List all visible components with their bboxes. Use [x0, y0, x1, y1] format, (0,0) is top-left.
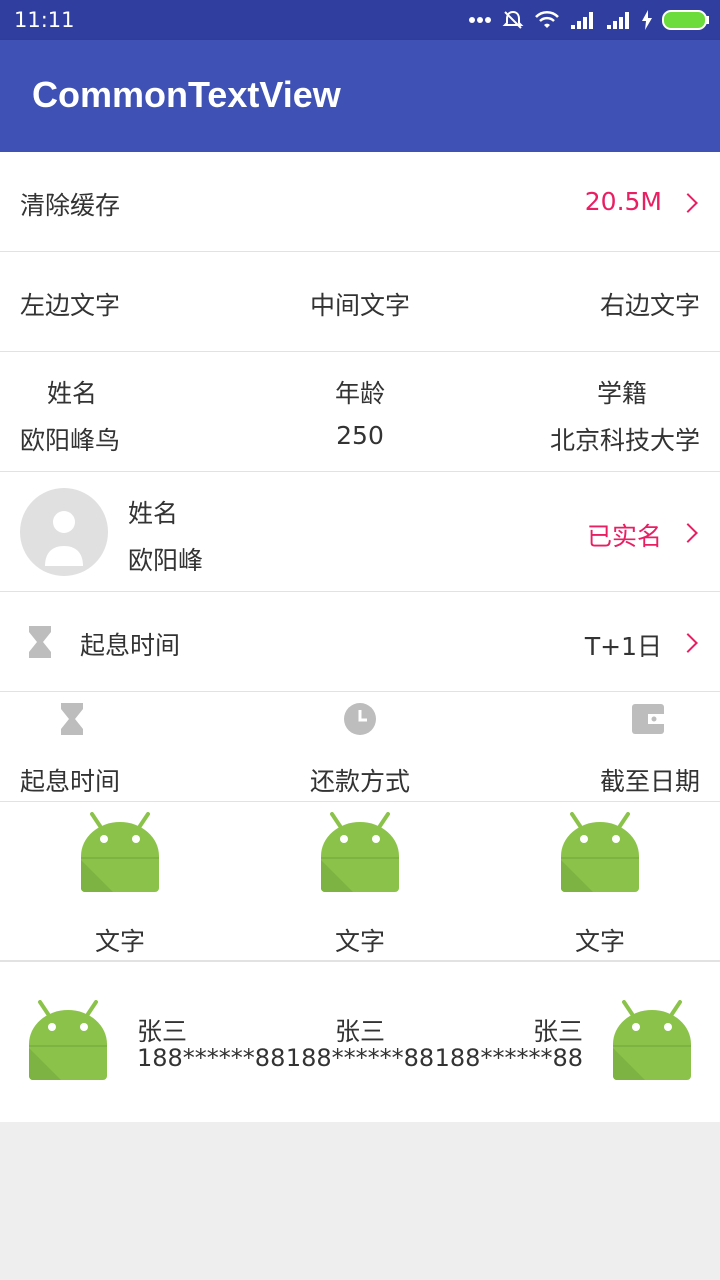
status-time: 11:11 — [14, 8, 75, 32]
mute-bell-icon — [502, 10, 524, 29]
android-icon — [613, 1000, 691, 1080]
info-row[interactable]: 姓名 年龄 学籍 欧阳峰鸟 250 北京科技大学 — [0, 352, 720, 472]
hourglass-icon — [61, 703, 83, 735]
charging-icon — [642, 10, 652, 30]
chevron-right-icon — [678, 633, 698, 653]
grid-item-1[interactable]: 文字 — [40, 812, 200, 957]
icon-label-center: 还款方式 — [309, 767, 410, 796]
info-value-name: 欧阳峰鸟 — [20, 426, 121, 455]
app-bar: CommonTextView — [0, 40, 720, 152]
info-value-age: 250 — [336, 421, 384, 450]
interest-row[interactable]: 起息时间 T+1日 — [0, 592, 720, 692]
contact-phone-center: 188******88 — [285, 1044, 435, 1072]
grid-item-3[interactable]: 文字 — [520, 812, 680, 957]
battery-icon — [662, 10, 709, 30]
contact-name-left: 张三 — [137, 1017, 188, 1046]
status-icons — [468, 8, 710, 32]
contact-phone-left: 188******88 — [137, 1044, 286, 1072]
person-icon — [45, 511, 83, 566]
profile-row[interactable]: 姓名 欧阳峰 已实名 — [0, 472, 720, 592]
info-header-name: 姓名 — [46, 379, 97, 408]
wifi-icon — [535, 10, 559, 28]
info-header-age: 年龄 — [334, 379, 385, 408]
hourglass-icon — [29, 626, 51, 658]
icon-label-left: 起息时间 — [20, 767, 121, 796]
grid-item-label: 文字 — [94, 927, 145, 956]
grid-item-label: 文字 — [574, 927, 625, 956]
info-value-school: 北京科技大学 — [549, 426, 700, 455]
profile-name-value: 欧阳峰 — [128, 546, 204, 575]
three-text-row[interactable]: 左边文字 中间文字 右边文字 — [0, 252, 720, 352]
clear-cache-row[interactable]: 清除缓存 20.5M — [0, 152, 720, 252]
icon-label-right: 截至日期 — [599, 767, 700, 796]
grid-item-label: 文字 — [334, 927, 385, 956]
more-dots-icon — [469, 17, 491, 23]
android-icon — [81, 812, 159, 892]
interest-value: T+1日 — [584, 632, 662, 661]
contact-name-right: 张三 — [532, 1017, 583, 1046]
contacts-row[interactable]: 张三 188******88 张三 188******88 张三 188****… — [0, 962, 720, 1122]
signal-icon — [571, 12, 593, 29]
android-icon — [561, 812, 639, 892]
android-icon — [29, 1000, 107, 1080]
avatar[interactable] — [20, 488, 108, 576]
info-header-school: 学籍 — [596, 379, 647, 408]
clear-cache-label: 清除缓存 — [20, 191, 121, 220]
cache-size-value: 20.5M — [584, 187, 662, 216]
wallet-icon — [632, 704, 664, 734]
verified-status: 已实名 — [586, 522, 662, 551]
chevron-right-icon — [678, 193, 698, 213]
grid-item-2[interactable]: 文字 — [280, 812, 440, 957]
contact-name-center: 张三 — [334, 1017, 385, 1046]
left-text: 左边文字 — [20, 291, 121, 320]
interest-label: 起息时间 — [80, 631, 181, 660]
center-text: 中间文字 — [309, 291, 410, 320]
chevron-right-icon — [678, 523, 698, 543]
icon-labels-row[interactable]: 起息时间 还款方式 截至日期 — [0, 692, 720, 802]
app-title: CommonTextView — [32, 74, 341, 115]
status-bar: 11:11 — [0, 0, 720, 40]
clock-icon — [344, 703, 376, 735]
right-text: 右边文字 — [599, 291, 700, 320]
android-grid-row: 文字 文字 文字 — [0, 802, 720, 962]
android-icon — [321, 812, 399, 892]
signal-icon-2 — [607, 12, 629, 29]
contact-phone-right: 188******88 — [434, 1044, 583, 1072]
profile-name-label: 姓名 — [128, 499, 179, 528]
